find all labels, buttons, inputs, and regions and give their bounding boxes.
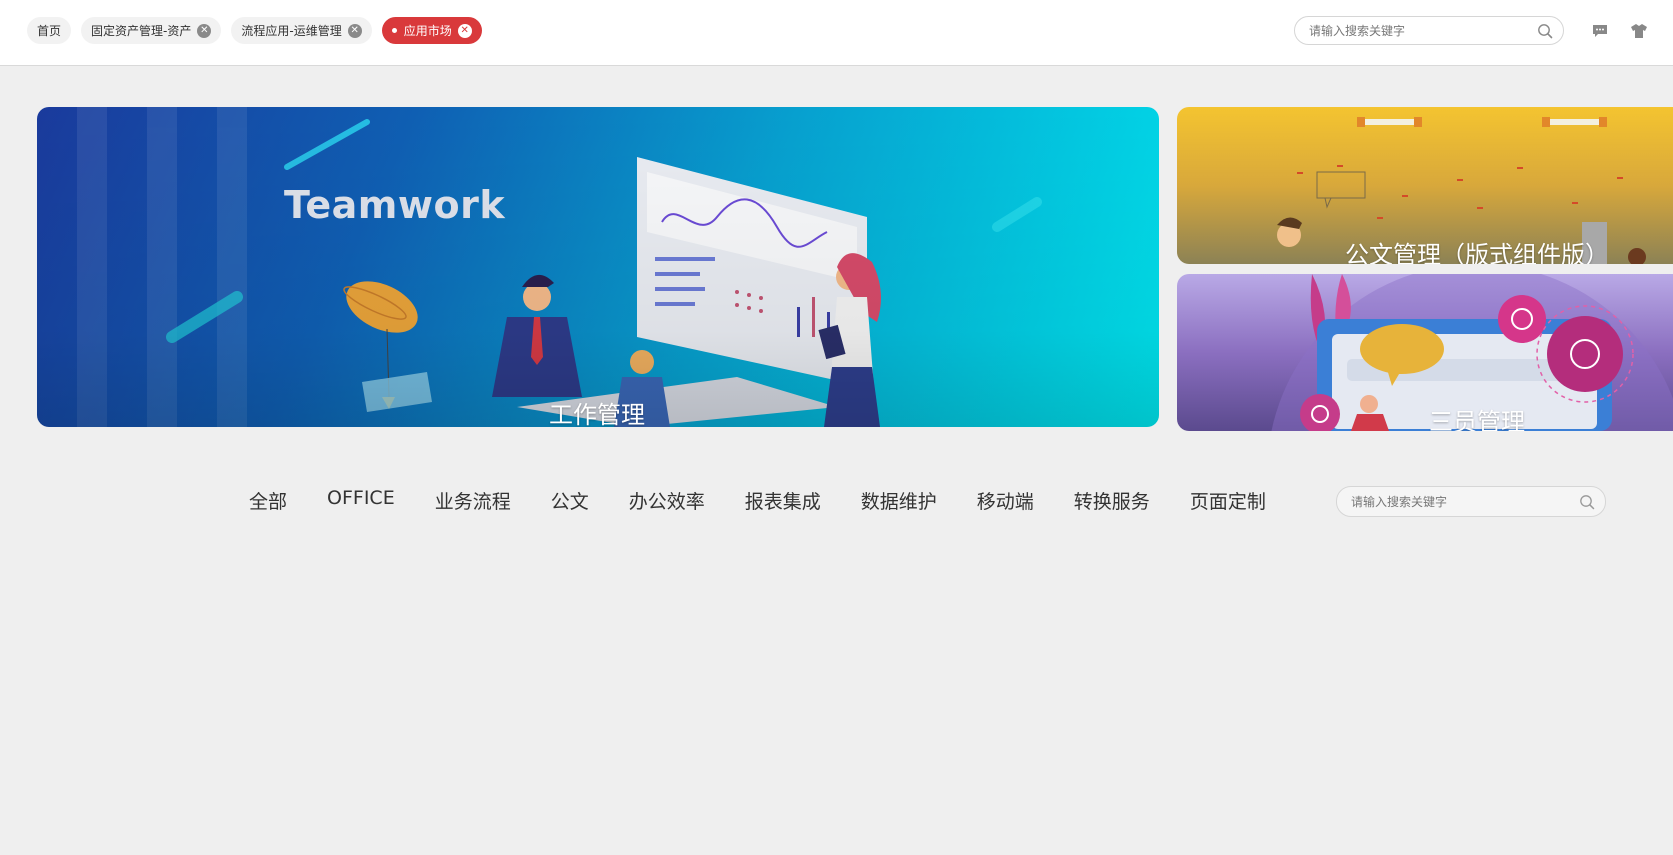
search-icon[interactable] xyxy=(1579,494,1595,510)
banner-title: 公文管理（版式组件版） xyxy=(1345,241,1609,264)
banner-three-member-management[interactable]: 三员管理 xyxy=(1177,274,1673,431)
category-report-integration[interactable]: 报表集成 xyxy=(745,487,821,514)
shirt-icon[interactable] xyxy=(1630,22,1648,40)
tab-label: 应用市场 xyxy=(403,24,452,38)
header-search-input[interactable] xyxy=(1309,21,1519,41)
category-search xyxy=(1336,486,1606,517)
tab-app-market[interactable]: 应用市场 ✕ xyxy=(381,17,482,44)
tab-label: 流程应用-运维管理 xyxy=(241,24,342,38)
banner-title: 工作管理 xyxy=(549,401,645,427)
close-icon[interactable]: ✕ xyxy=(457,23,472,38)
header-search xyxy=(1294,16,1564,45)
category-office[interactable]: OFFICE xyxy=(327,487,395,514)
category-office-efficiency[interactable]: 办公效率 xyxy=(629,487,705,514)
banner-work-management[interactable]: Teamwork 工作管理 xyxy=(37,107,1159,427)
category-nav: 全部 OFFICE 业务流程 公文 办公效率 报表集成 数据维护 移动端 转换服… xyxy=(249,487,1306,514)
category-mobile[interactable]: 移动端 xyxy=(977,487,1034,514)
banner-title: 三员管理 xyxy=(1429,408,1525,431)
category-page-customization[interactable]: 页面定制 xyxy=(1190,487,1266,514)
active-dot-icon xyxy=(391,28,397,33)
category-search-input[interactable] xyxy=(1351,493,1561,511)
tab-process-ops[interactable]: 流程应用-运维管理 ✕ xyxy=(231,17,372,44)
tab-fixed-assets[interactable]: 固定资产管理-资产 ✕ xyxy=(81,17,222,44)
top-bar: 首页 固定资产管理-资产 ✕ 流程应用-运维管理 ✕ 应用市场 ✕ xyxy=(0,0,1673,66)
search-icon[interactable] xyxy=(1537,23,1553,39)
category-official-document[interactable]: 公文 xyxy=(551,487,589,514)
close-icon[interactable]: ✕ xyxy=(347,23,362,38)
banner-document-management[interactable]: 公文管理（版式组件版） xyxy=(1177,107,1673,264)
banner-shade xyxy=(37,107,1159,427)
category-conversion-service[interactable]: 转换服务 xyxy=(1074,487,1150,514)
close-icon[interactable]: ✕ xyxy=(197,23,212,38)
message-icon[interactable] xyxy=(1591,22,1609,40)
category-all[interactable]: 全部 xyxy=(249,487,287,514)
gears-illustration xyxy=(1271,274,1673,431)
category-data-maintenance[interactable]: 数据维护 xyxy=(861,487,937,514)
tab-home[interactable]: 首页 xyxy=(27,17,72,44)
category-business-process[interactable]: 业务流程 xyxy=(435,487,511,514)
tab-label: 首页 xyxy=(37,24,62,38)
tab-strip: 首页 固定资产管理-资产 ✕ 流程应用-运维管理 ✕ 应用市场 ✕ xyxy=(27,17,482,44)
tab-label: 固定资产管理-资产 xyxy=(91,24,192,38)
banner-art-text: Teamwork xyxy=(284,183,506,227)
